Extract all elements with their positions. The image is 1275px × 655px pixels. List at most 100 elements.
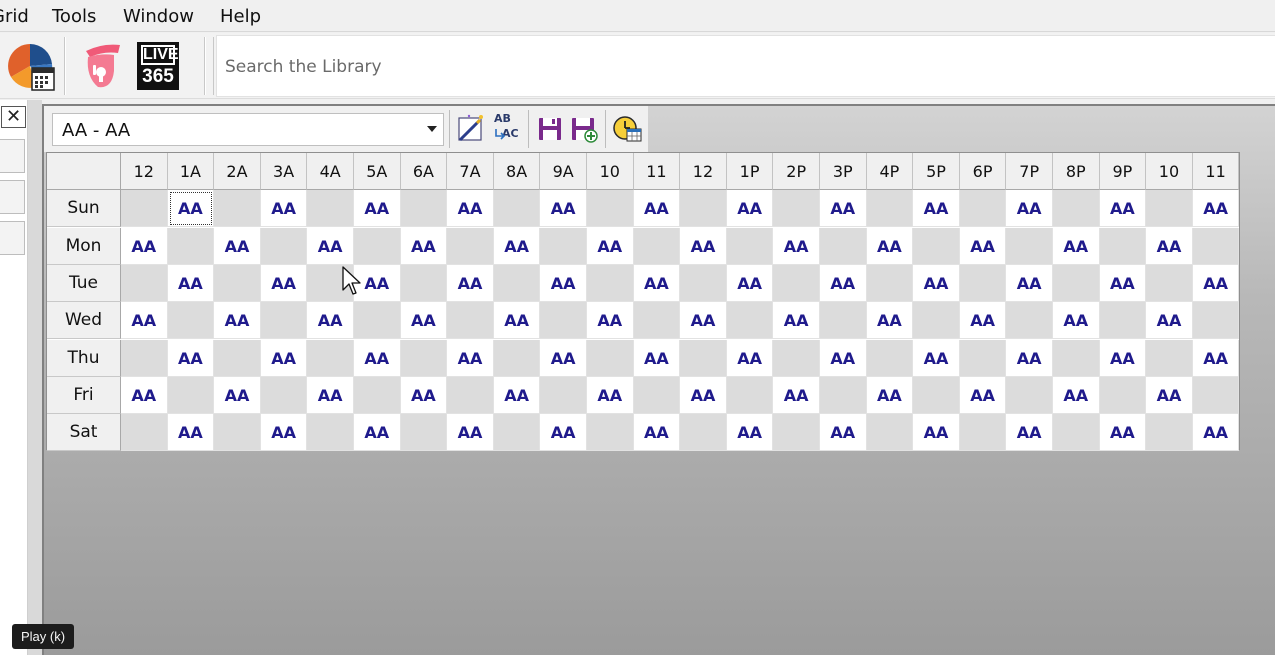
grid-cell[interactable] [1006,302,1053,340]
grid-cell[interactable]: AA [260,264,308,302]
grid-cell[interactable] [214,339,261,377]
grid-cell[interactable] [1053,414,1100,452]
grid-cell[interactable] [354,302,401,340]
hour-header[interactable]: 2A [214,153,261,190]
grid-cell[interactable] [121,264,168,302]
grid-cell[interactable]: AA [866,302,914,340]
grid-cell[interactable]: AA [540,264,587,302]
hour-header[interactable]: 11 [633,153,681,190]
grid-cell[interactable]: AA [866,376,914,414]
grid-cell[interactable] [493,264,541,302]
grid-cell[interactable] [1099,302,1147,340]
grid-cell[interactable]: AA [866,227,914,265]
hour-header[interactable]: 10 [1146,153,1193,190]
hour-header[interactable]: 4P [866,153,914,190]
hour-header[interactable]: 6P [959,153,1007,190]
grid-cell[interactable] [1006,376,1053,414]
day-label[interactable]: Mon [47,227,121,265]
grid-cell[interactable] [214,414,261,452]
grid-cell[interactable] [214,264,261,302]
grid-cell[interactable] [866,190,914,228]
grid-cell[interactable]: AA [447,339,494,377]
hour-header[interactable]: 5P [913,153,960,190]
hour-header[interactable]: 12 [121,153,168,190]
grid-cell[interactable] [726,227,774,265]
grid-cell[interactable] [959,190,1007,228]
save-icon[interactable] [535,113,567,145]
grid-cell[interactable] [773,414,820,452]
grid-cell[interactable]: AA [260,339,308,377]
grid-cell[interactable]: AA [633,414,681,452]
grid-cell[interactable]: AA [1006,264,1053,302]
grid-cell[interactable] [121,339,168,377]
grid-cell[interactable] [121,414,168,452]
grid-cell[interactable]: AA [354,339,401,377]
grid-cell[interactable]: AA [680,227,727,265]
grid-cell[interactable]: AA [540,339,587,377]
grid-cell[interactable]: AA [633,264,681,302]
grid-cell[interactable] [680,339,727,377]
panel-splitter[interactable] [28,100,42,655]
grid-cell[interactable] [167,376,215,414]
grid-cell[interactable] [913,302,960,340]
grid-cell[interactable] [493,414,541,452]
grid-cell[interactable]: AA [820,190,867,228]
grid-cell[interactable] [587,414,634,452]
hour-header[interactable]: 5A [354,153,401,190]
grid-cell[interactable]: AA [1006,190,1053,228]
grid-cell[interactable] [1099,227,1147,265]
hour-header[interactable]: 3P [820,153,867,190]
grid-cell[interactable] [820,227,867,265]
grid-cell[interactable] [866,339,914,377]
grid-cell[interactable]: AA [1146,227,1193,265]
hour-header[interactable]: 10 [587,153,634,190]
grid-cell[interactable]: AA [1146,376,1193,414]
grid-cell[interactable] [493,339,541,377]
grid-cell[interactable]: AA [1053,376,1100,414]
grid-cell[interactable]: AA [1099,190,1147,228]
grid-cell[interactable] [400,264,448,302]
grid-cell[interactable] [167,302,215,340]
hour-header[interactable]: 2P [773,153,820,190]
grid-cell[interactable]: AA [680,302,727,340]
grid-cell[interactable]: AA [121,376,168,414]
hour-header[interactable]: 4A [307,153,354,190]
hour-header[interactable]: 1P [726,153,774,190]
grid-cell[interactable]: AA [354,414,401,452]
hour-header[interactable]: 7P [1006,153,1053,190]
grid-cell[interactable]: AA [167,264,215,302]
grid-cell[interactable]: AA [307,302,354,340]
menu-grid[interactable]: Grid [0,6,29,27]
grid-cell[interactable]: AA [260,414,308,452]
grid-cell[interactable]: AA [820,339,867,377]
grid-cell[interactable] [167,227,215,265]
grid-cell[interactable]: AA [773,302,820,340]
grid-cell[interactable] [773,264,820,302]
grid-cell[interactable]: AA [913,190,960,228]
grid-cell[interactable]: AA [493,376,541,414]
left-panel-tab[interactable] [0,221,25,255]
grid-cell[interactable]: AA [820,264,867,302]
grid-cell[interactable]: AA [307,227,354,265]
clock-grid-icon[interactable] [612,113,644,145]
grid-cell[interactable]: AA [1053,227,1100,265]
grid-cell[interactable] [1099,376,1147,414]
grid-cell[interactable] [587,190,634,228]
grid-cell[interactable] [1146,264,1193,302]
hour-header[interactable]: 8A [493,153,541,190]
grid-cell[interactable]: AA [1099,414,1147,452]
grid-cell[interactable]: AA [1053,302,1100,340]
grid-cell[interactable] [1006,227,1053,265]
grid-cell[interactable]: AA [1006,339,1053,377]
grid-cell[interactable] [260,227,308,265]
grid-cell[interactable]: AA [447,264,494,302]
hour-header[interactable]: 1A [167,153,215,190]
grid-cell[interactable]: AA [1192,190,1240,228]
grid-cell[interactable] [354,227,401,265]
grid-cell[interactable]: AA [726,264,774,302]
library-search-input[interactable] [225,54,1125,80]
day-label[interactable]: Thu [47,339,121,377]
save-as-icon[interactable] [568,113,600,145]
grid-cell[interactable]: AA [447,414,494,452]
grid-cell[interactable] [866,264,914,302]
